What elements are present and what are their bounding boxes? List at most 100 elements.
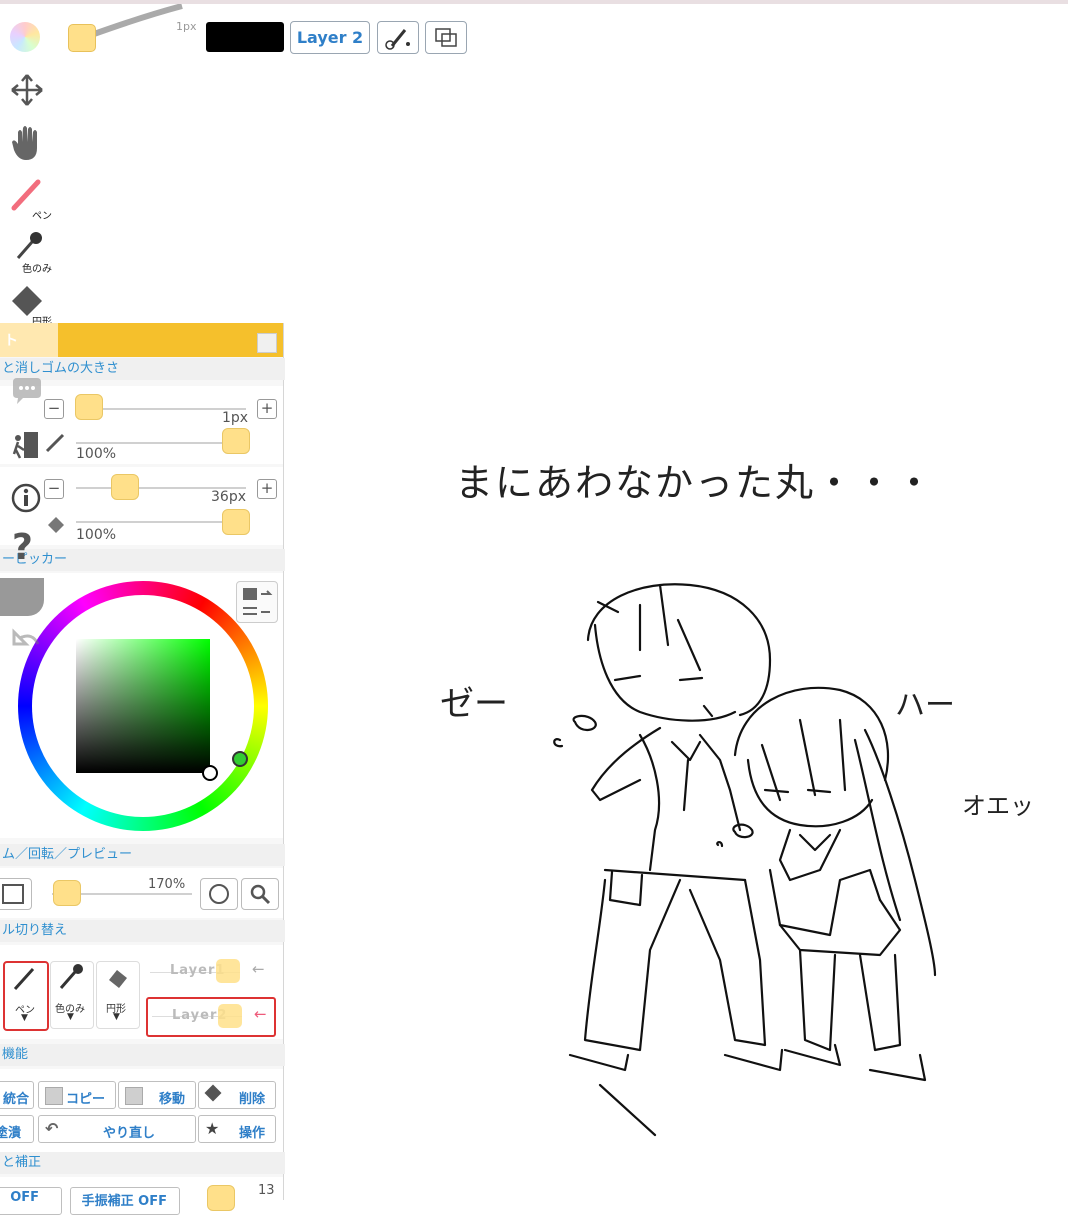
exit-icon[interactable]	[10, 428, 42, 462]
copy-label: コピー	[65, 1092, 105, 1107]
correction-value: 13	[258, 1183, 275, 1198]
quick-eraser-icon	[109, 970, 127, 988]
hand-icon[interactable]	[10, 124, 46, 162]
drawing-caption: まにあわなかった丸・・・	[455, 461, 936, 505]
layer-2-row[interactable]: Layer2 ←	[146, 997, 276, 1037]
brush-size-hint: 1px	[176, 20, 197, 33]
pen-opacity-track[interactable]	[76, 442, 246, 444]
picker-section-title: ーピッカー	[0, 549, 285, 571]
quick-tool-pen[interactable]: ペン ▼	[3, 961, 49, 1031]
tool-settings-button[interactable]	[377, 21, 419, 54]
redo-label: やり直し	[102, 1126, 155, 1141]
correction-knob[interactable]	[207, 1185, 235, 1211]
move-layer-icon	[125, 1087, 143, 1105]
layer-1-row[interactable]: Layer1 ←	[146, 955, 276, 991]
eraser-opacity-value: 100%	[76, 527, 117, 543]
quick-tool-shape[interactable]: 円形 ▼	[96, 961, 140, 1029]
correction-off-label: OFF	[10, 1190, 39, 1205]
color-wheel-icon[interactable]	[10, 22, 40, 52]
magnifier-icon	[250, 884, 271, 905]
move-layer-label: 移動	[158, 1092, 185, 1107]
sfx-right: ハー	[895, 688, 955, 723]
pen-tool-label: ペン	[32, 211, 52, 222]
functions-section-title: 機能	[0, 1044, 285, 1066]
undo-icon[interactable]	[10, 626, 44, 656]
pen-size-minus[interactable]: −	[44, 399, 64, 419]
fit-screen-button[interactable]	[0, 878, 32, 910]
swap-colors-icon	[243, 588, 273, 615]
layer-1-arrow[interactable]: ←	[252, 960, 265, 978]
eraser-size-knob[interactable]	[111, 474, 139, 500]
tool-switch-section-title: ル切り替え	[0, 920, 285, 942]
pen-opacity-knob[interactable]	[222, 428, 250, 454]
redo-button[interactable]: ↶ やり直し	[38, 1115, 196, 1143]
layer-2-knob	[218, 1004, 242, 1028]
saturation-value-square[interactable]	[76, 639, 210, 773]
tool-switch-area: ペン ▼ 色のみ ▼ 円形 ▼ Layer1 ← Layer2 ←	[0, 945, 283, 1039]
zoom-row: 170%	[0, 868, 283, 918]
sfx-left: ゼー	[440, 684, 508, 724]
merge-button[interactable]: 統合	[0, 1081, 34, 1109]
panel-header-title: ト	[4, 333, 18, 349]
pen-size-value: 1px	[222, 410, 249, 426]
brush-preview: 1px	[92, 3, 202, 44]
settings-panel: ト と消しゴムの大きさ − + 1px 100% − + 36px 100% ー…	[0, 323, 285, 1215]
layer-2-arrow[interactable]: ←	[254, 1005, 267, 1023]
quick-shape-arrow: ▼	[113, 1012, 120, 1022]
delete-button[interactable]: 削除	[198, 1081, 276, 1109]
eraser-opacity-knob[interactable]	[222, 509, 250, 535]
help-icon[interactable]: ?	[12, 527, 33, 568]
correction-off-button[interactable]: OFF	[0, 1187, 62, 1215]
quick-eyedropper-arrow: ▼	[67, 1012, 74, 1022]
zoom-knob[interactable]	[53, 880, 81, 906]
stabilizer-button[interactable]: 手振補正 OFF	[70, 1187, 180, 1215]
fit-screen-icon	[2, 884, 24, 904]
preview-button[interactable]	[241, 878, 279, 910]
pen-small-icon	[45, 433, 65, 453]
rotate-reset-button[interactable]	[200, 878, 238, 910]
pen-size-plus[interactable]: +	[257, 399, 277, 419]
chat-bubble-icon[interactable]	[9, 376, 45, 408]
functions-area: 統合 コピー 移動 削除 塗潰し ↶ やり直し ★ 操作	[0, 1069, 283, 1160]
color-picker	[0, 573, 283, 838]
eraser-opacity-track[interactable]	[76, 521, 246, 523]
move-layer-button[interactable]: 移動	[118, 1081, 196, 1109]
quick-eyedropper-icon	[59, 964, 83, 989]
sv-cursor[interactable]	[202, 765, 218, 781]
pen-size-knob[interactable]	[75, 394, 103, 420]
eraser-small-icon	[48, 517, 64, 533]
operation-button[interactable]: ★ 操作	[198, 1115, 276, 1143]
hue-cursor[interactable]	[232, 751, 248, 767]
delete-label: 削除	[238, 1092, 265, 1107]
primary-color-swatch[interactable]	[206, 22, 284, 52]
eyedropper-icon[interactable]	[12, 230, 44, 262]
eraser-size-plus[interactable]: +	[257, 479, 277, 499]
operation-label: 操作	[238, 1126, 265, 1141]
swap-colors-button[interactable]	[236, 581, 278, 623]
eraser-size-row: − + 36px 100%	[0, 467, 283, 545]
eraser-size-value: 36px	[211, 489, 246, 505]
transform-icon	[435, 28, 457, 47]
copy-icon	[45, 1087, 63, 1105]
quick-tool-eyedropper[interactable]: 色のみ ▼	[50, 961, 94, 1029]
sfx-small: オエッ	[962, 792, 1034, 820]
settings-wand-icon	[385, 29, 410, 50]
panel-header: ト	[0, 323, 283, 357]
move-icon[interactable]	[10, 73, 44, 107]
correction-section-title: と補正	[0, 1152, 285, 1174]
rotate-icon	[209, 884, 229, 904]
layer-1-knob	[216, 959, 240, 983]
star-icon: ★	[205, 1119, 220, 1138]
eraser-size-minus[interactable]: −	[44, 479, 64, 499]
info-icon[interactable]	[10, 482, 42, 514]
fill-button[interactable]: 塗潰し	[0, 1115, 34, 1160]
pen-opacity-value: 100%	[76, 446, 117, 462]
transform-button[interactable]	[425, 21, 467, 54]
copy-button[interactable]: コピー	[38, 1081, 116, 1109]
secondary-color-swatch[interactable]	[68, 24, 96, 52]
panel-close-checkbox[interactable]	[257, 333, 277, 353]
redo-icon: ↶	[45, 1119, 59, 1138]
layer-button[interactable]: Layer 2	[290, 21, 370, 54]
zoom-value: 170%	[148, 877, 186, 892]
side-gray-block	[0, 578, 44, 616]
